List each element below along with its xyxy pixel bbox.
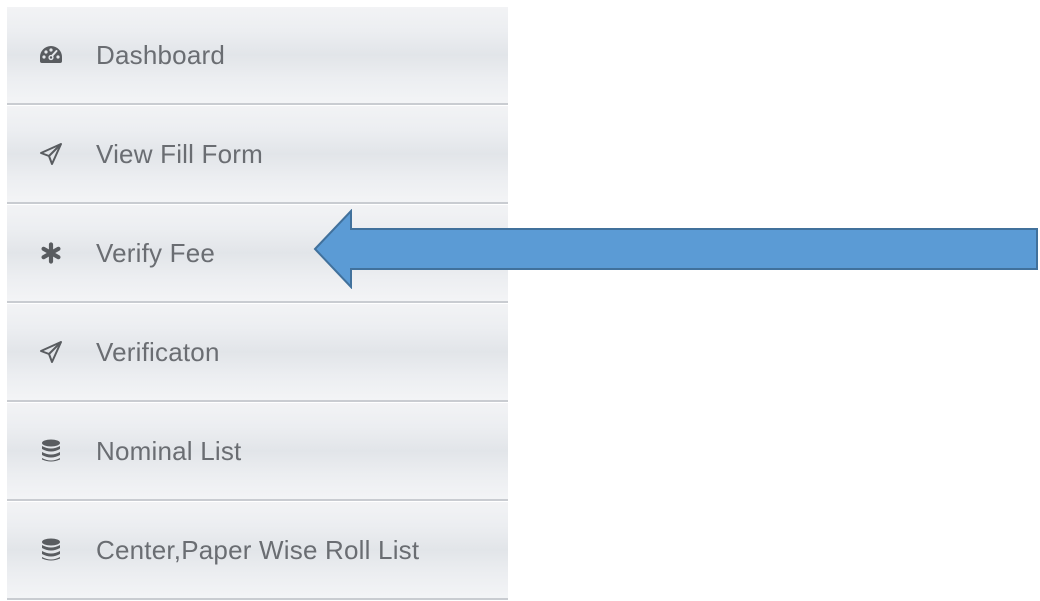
sidebar-item-label: View Fill Form xyxy=(96,138,264,169)
sidebar-item-label: Verificaton xyxy=(96,336,220,367)
asterisk-icon xyxy=(39,241,63,265)
sidebar-item-dashboard[interactable]: Dashboard xyxy=(7,7,508,105)
sidebar-item-view-fill-form[interactable]: View Fill Form xyxy=(7,106,508,204)
sidebar-item-nominal-list[interactable]: Nominal List xyxy=(7,403,508,501)
annotation-arrow xyxy=(313,209,1038,289)
dashboard-icon xyxy=(39,43,63,67)
sidebar-item-center-paper-wise-roll-list[interactable]: Center,Paper Wise Roll List xyxy=(7,502,508,600)
database-icon xyxy=(39,439,63,463)
paper-plane-icon xyxy=(39,142,63,166)
sidebar-item-label: Dashboard xyxy=(96,39,225,70)
paper-plane-icon xyxy=(39,340,63,364)
sidebar-item-label: Verify Fee xyxy=(96,237,216,268)
sidebar-item-verificaton[interactable]: Verificaton xyxy=(7,304,508,402)
sidebar-menu: Dashboard View Fill Form Verify Fee Veri… xyxy=(7,7,508,601)
database-icon xyxy=(39,538,63,562)
sidebar-item-label: Nominal List xyxy=(96,435,242,466)
sidebar-item-label: Center,Paper Wise Roll List xyxy=(96,534,420,565)
